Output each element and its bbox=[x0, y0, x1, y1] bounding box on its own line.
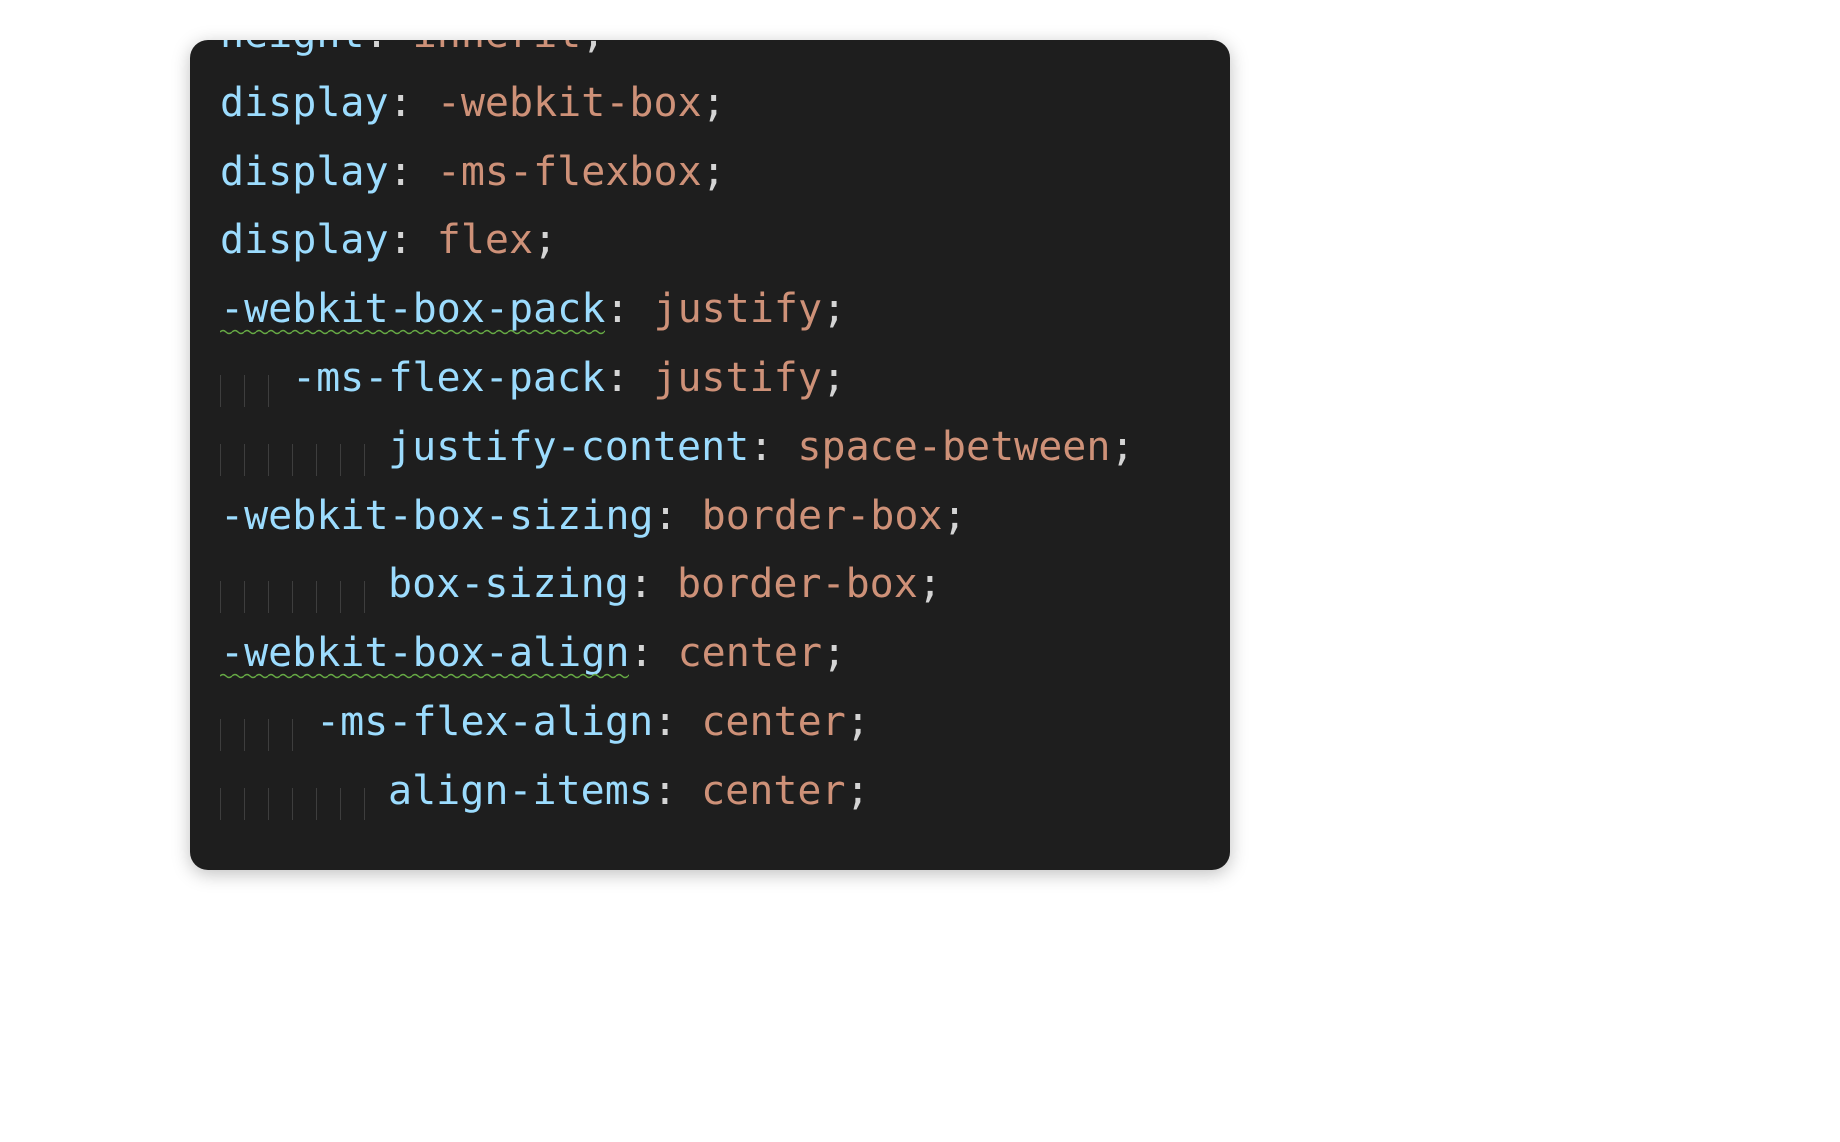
code-line[interactable]: -ms-flex-pack: justify; bbox=[190, 344, 1230, 413]
code-line[interactable]: align-items: center; bbox=[190, 757, 1230, 826]
css-property: height bbox=[220, 40, 365, 57]
code-line[interactable]: -webkit-box-pack: justify; bbox=[190, 275, 1230, 344]
css-property: -webkit-box-sizing bbox=[220, 493, 653, 539]
css-value: center bbox=[678, 630, 823, 676]
colon-separator: : bbox=[605, 355, 653, 401]
css-property: -ms-flex-align bbox=[316, 699, 653, 745]
semicolon: ; bbox=[702, 80, 726, 126]
css-value: inherit bbox=[413, 40, 582, 57]
css-value: justify bbox=[653, 355, 822, 401]
semicolon: ; bbox=[822, 286, 846, 332]
colon-separator: : bbox=[653, 768, 701, 814]
code-line[interactable]: height: inherit; bbox=[190, 40, 1230, 69]
semicolon: ; bbox=[1110, 424, 1134, 470]
css-value: center bbox=[701, 768, 846, 814]
css-value: justify bbox=[653, 286, 822, 332]
semicolon: ; bbox=[918, 561, 942, 607]
semicolon: ; bbox=[846, 768, 870, 814]
css-value: border-box bbox=[702, 493, 943, 539]
css-property: display bbox=[220, 149, 389, 195]
semicolon: ; bbox=[533, 217, 557, 263]
code-line[interactable]: display: flex; bbox=[190, 206, 1230, 275]
css-property: align-items bbox=[388, 768, 653, 814]
colon-separator: : bbox=[389, 149, 437, 195]
css-value: border-box bbox=[677, 561, 918, 607]
css-property: -webkit-box-pack bbox=[220, 286, 605, 332]
css-property: justify-content bbox=[388, 424, 749, 470]
code-line[interactable]: -ms-flex-align: center; bbox=[190, 688, 1230, 757]
colon-separator: : bbox=[653, 699, 701, 745]
colon-separator: : bbox=[749, 424, 797, 470]
semicolon: ; bbox=[822, 630, 846, 676]
code-line[interactable]: box-sizing: border-box; bbox=[190, 550, 1230, 619]
code-line[interactable]: display: -ms-flexbox; bbox=[190, 138, 1230, 207]
code-line[interactable]: -webkit-box-sizing: border-box; bbox=[190, 482, 1230, 551]
css-property: display bbox=[220, 217, 389, 263]
css-property: -ms-flex-pack bbox=[292, 355, 605, 401]
colon-separator: : bbox=[365, 40, 413, 57]
css-property: -webkit-box-align bbox=[220, 630, 629, 676]
css-value: center bbox=[701, 699, 846, 745]
css-value: -ms-flexbox bbox=[437, 149, 702, 195]
css-value: -webkit-box bbox=[437, 80, 702, 126]
semicolon: ; bbox=[581, 40, 605, 57]
semicolon: ; bbox=[702, 149, 726, 195]
code-editor-viewport[interactable]: height: inherit;display: -webkit-box;dis… bbox=[190, 40, 1230, 870]
css-property: display bbox=[220, 80, 389, 126]
colon-separator: : bbox=[389, 80, 437, 126]
colon-separator: : bbox=[629, 630, 677, 676]
code-line[interactable]: -webkit-box-align: center; bbox=[190, 619, 1230, 688]
code-block: height: inherit;display: -webkit-box;dis… bbox=[190, 40, 1230, 826]
css-value: space-between bbox=[797, 424, 1110, 470]
colon-separator: : bbox=[605, 286, 653, 332]
colon-separator: : bbox=[389, 217, 437, 263]
css-property: box-sizing bbox=[388, 561, 629, 607]
semicolon: ; bbox=[846, 699, 870, 745]
code-line[interactable]: justify-content: space-between; bbox=[190, 413, 1230, 482]
semicolon: ; bbox=[822, 355, 846, 401]
css-value: flex bbox=[437, 217, 533, 263]
colon-separator: : bbox=[653, 493, 701, 539]
code-line[interactable]: display: -webkit-box; bbox=[190, 69, 1230, 138]
colon-separator: : bbox=[629, 561, 677, 607]
semicolon: ; bbox=[942, 493, 966, 539]
